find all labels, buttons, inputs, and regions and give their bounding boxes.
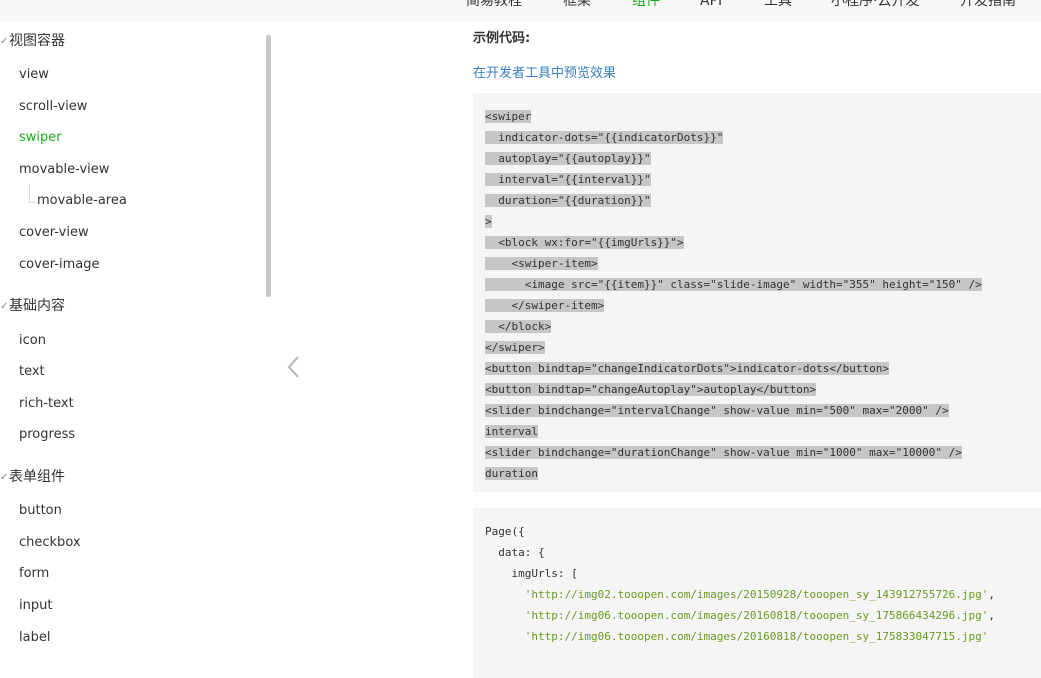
nav-item-0[interactable]: 简易教程 <box>466 0 522 11</box>
code-block-js[interactable]: Page({ data: { imgUrls: [ 'http://img02.… <box>473 508 1041 678</box>
preview-in-devtools-link[interactable]: 在开发者工具中预览效果 <box>473 62 616 81</box>
sidebar-item-cover-view[interactable]: cover-view <box>19 224 89 242</box>
code-line: 'http://img02.tooopen.com/images/2015092… <box>524 588 995 601</box>
code-line: <image src="{{item}}" class="slide-image… <box>485 278 982 291</box>
sidebar-item-text[interactable]: text <box>19 363 45 381</box>
code-line: interval <box>485 425 538 438</box>
chevron-down-icon: ✓ <box>0 301 9 312</box>
nav-item-4[interactable]: 工具 <box>764 0 792 11</box>
sidebar-group-0[interactable]: ✓视图容器 <box>0 32 65 51</box>
code-line: <swiper-item> <box>485 257 598 270</box>
sidebar-scrollbar[interactable] <box>266 35 271 297</box>
nav-item-1[interactable]: 框架 <box>563 0 591 11</box>
code-line: <button bindtap="changeIndicatorDots">in… <box>485 362 889 375</box>
nav-item-2[interactable]: 组件 <box>632 0 660 11</box>
code-line: duration="{{duration}}" <box>485 194 651 207</box>
sidebar-group-1[interactable]: ✓基础内容 <box>0 297 65 316</box>
collapse-sidebar-button[interactable] <box>284 352 304 382</box>
sidebar-item-movable-view[interactable]: movable-view <box>19 161 109 179</box>
sidebar-group-label: 视图容器 <box>9 33 65 49</box>
nav-item-3[interactable]: API <box>700 0 722 11</box>
sidebar-item-progress[interactable]: progress <box>19 426 75 444</box>
sidebar-item-button[interactable]: button <box>19 502 62 520</box>
code-line: interval="{{interval}}" <box>485 173 651 186</box>
code-line: duration <box>485 467 538 480</box>
code-line: <slider bindchange="durationChange" show… <box>485 446 962 459</box>
code-line: </swiper-item> <box>485 299 605 312</box>
code-line: <slider bindchange="intervalChange" show… <box>485 404 949 417</box>
sidebar-item-view[interactable]: view <box>19 66 49 84</box>
code-line: 'http://img06.tooopen.com/images/2016081… <box>524 609 995 622</box>
sidebar-group-2[interactable]: ✓表单组件 <box>0 468 65 487</box>
code-line: <button bindtap="changeAutoplay">autopla… <box>485 383 817 396</box>
sidebar-item-scroll-view[interactable]: scroll-view <box>19 98 87 116</box>
sidebar-item-icon[interactable]: icon <box>19 332 46 350</box>
code-block-wxml[interactable]: <swiper indicator-dots="{{indicatorDots}… <box>473 93 1041 492</box>
code-line: <block wx:for="{{imgUrls}}"> <box>485 236 684 249</box>
sidebar-item-movable-area[interactable]: movable-area <box>37 192 127 210</box>
code-line: </swiper> <box>485 341 545 354</box>
nav-item-5[interactable]: 小程序·云开发 <box>831 0 919 11</box>
sidebar-item-input[interactable]: input <box>19 597 52 615</box>
code-line: data: { <box>485 546 545 559</box>
code-line: autoplay="{{autoplay}}" <box>485 152 651 165</box>
sidebar-item-label[interactable]: label <box>19 629 50 647</box>
code-line: 'http://img06.tooopen.com/images/2016081… <box>524 630 989 643</box>
code-line: indicator-dots="{{indicatorDots}}" <box>485 131 724 144</box>
nav-item-6[interactable]: 开发指南 <box>960 0 1016 11</box>
sidebar-group-label: 基础内容 <box>9 298 65 314</box>
sidebar-item-checkbox[interactable]: checkbox <box>19 534 81 552</box>
chevron-down-icon: ✓ <box>0 36 9 47</box>
sidebar-item-swiper[interactable]: swiper <box>19 129 62 147</box>
tree-guide-line <box>29 184 36 203</box>
example-code-heading: 示例代码: <box>473 31 531 46</box>
code-line: <swiper <box>485 110 532 123</box>
sidebar: ✓视图容器 view scroll-view swiper movable-view mo… <box>0 22 280 648</box>
top-nav: 简易教程 框架 组件 API 工具 小程序·云开发 开发指南 <box>0 0 1041 22</box>
sidebar-group-label: 表单组件 <box>9 469 65 485</box>
chevron-down-icon: ✓ <box>0 472 9 483</box>
code-line: imgUrls: [ <box>485 567 578 580</box>
sidebar-item-cover-image[interactable]: cover-image <box>19 256 100 274</box>
code-line: </block> <box>485 320 552 333</box>
sidebar-item-rich-text[interactable]: rich-text <box>19 395 74 413</box>
sidebar-item-form[interactable]: form <box>19 565 49 583</box>
code-line: Page({ <box>485 525 525 538</box>
chevron-left-icon <box>287 356 299 378</box>
code-line: > <box>485 215 492 228</box>
